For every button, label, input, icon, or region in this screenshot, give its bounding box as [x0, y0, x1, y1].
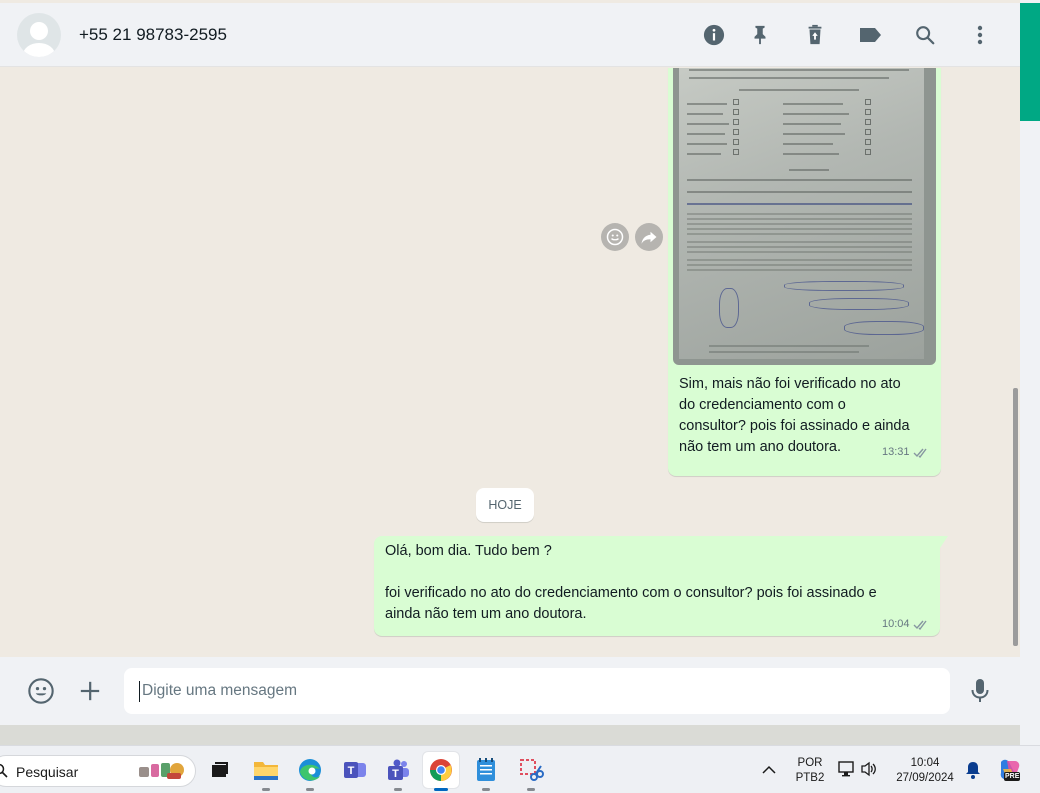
scrollbar-thumb[interactable] — [1013, 388, 1018, 646]
notepad-icon[interactable] — [468, 752, 504, 791]
date-separator: HOJE — [476, 488, 534, 522]
read-receipt-icon — [913, 620, 927, 630]
message-timestamp: 13:31 — [882, 446, 929, 458]
teams-classic-icon[interactable]: T — [337, 752, 373, 788]
label-icon[interactable] — [856, 21, 884, 49]
volume-icon[interactable] — [860, 761, 878, 782]
pin-icon[interactable] — [746, 21, 774, 49]
file-explorer-icon[interactable] — [248, 752, 284, 791]
read-receipt-icon — [913, 448, 927, 458]
whatsapp-window: +55 21 98783-2595 Sim, mais não foi veri… — [0, 0, 1020, 725]
edge-icon[interactable] — [292, 752, 328, 791]
copilot-badge: PRE — [1004, 772, 1021, 781]
notification-bell-icon[interactable] — [965, 761, 981, 784]
network-icon[interactable] — [838, 760, 856, 783]
text-cursor — [139, 681, 140, 702]
adjacent-window-edge — [1020, 0, 1040, 745]
info-icon[interactable] — [700, 21, 728, 49]
search-highlight-illustration — [139, 763, 184, 779]
chat-conversation[interactable]: Sim, mais não foi verificado no ato do c… — [0, 68, 1020, 657]
search-icon[interactable] — [911, 21, 939, 49]
task-view-icon[interactable] — [202, 752, 238, 788]
forward-button[interactable] — [635, 223, 663, 251]
contact-name[interactable]: +55 21 98783-2595 — [79, 25, 227, 45]
svg-text:T: T — [348, 765, 355, 777]
chrome-icon[interactable] — [423, 752, 459, 791]
search-icon — [0, 763, 8, 778]
message-input[interactable] — [124, 668, 950, 714]
taskbar: Pesquisar T T POR PTB2 10:04 27/09/2024 … — [0, 745, 1040, 793]
more-icon[interactable] — [966, 21, 994, 49]
chat-header: +55 21 98783-2595 — [0, 3, 1020, 67]
system-clock[interactable]: 10:04 27/09/2024 — [888, 756, 962, 786]
tray-overflow-chevron-icon[interactable] — [762, 762, 776, 780]
emoji-icon[interactable] — [25, 675, 57, 707]
message-timestamp: 10:04 — [882, 618, 929, 630]
teams-icon[interactable]: T — [380, 752, 416, 791]
copilot-icon[interactable]: PRE — [997, 757, 1023, 783]
delete-icon[interactable] — [801, 21, 829, 49]
attach-plus-icon[interactable] — [74, 675, 106, 707]
svg-text:T: T — [392, 768, 399, 780]
emoji-reaction-button[interactable] — [601, 223, 629, 251]
language-indicator[interactable]: POR PTB2 — [788, 756, 832, 786]
document-image[interactable] — [673, 68, 936, 365]
snipping-tool-icon[interactable] — [513, 752, 549, 791]
message-text: Olá, bom dia. Tudo bem ? foi verificado … — [385, 543, 877, 622]
message-bubble-image[interactable]: Sim, mais não foi verificado no ato do c… — [668, 68, 941, 476]
message-bubble-text[interactable]: Olá, bom dia. Tudo bem ? foi verificado … — [374, 536, 948, 636]
avatar[interactable] — [17, 13, 61, 57]
taskbar-search[interactable]: Pesquisar — [0, 755, 196, 787]
microphone-icon[interactable] — [964, 675, 996, 707]
message-composer — [0, 657, 1020, 725]
